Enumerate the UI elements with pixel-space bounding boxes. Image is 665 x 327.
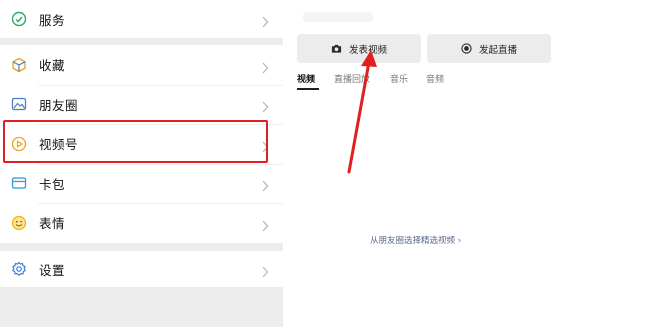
- menu-item-card-wallet[interactable]: 卡包: [0, 163, 283, 204]
- tab-video[interactable]: 视频: [297, 72, 334, 85]
- moments-photo-icon: [11, 96, 27, 112]
- menu-group-main: 收藏 朋友圈 视频号 卡包 表情: [0, 45, 283, 243]
- menu-item-label: 朋友圈: [39, 97, 79, 113]
- live-record-icon: [461, 43, 472, 54]
- tab-music[interactable]: 音乐: [390, 72, 426, 85]
- chevron-right-icon: [261, 138, 269, 153]
- card-wallet-icon: [11, 175, 27, 191]
- chevron-right-icon: [261, 177, 269, 192]
- menu-item-services[interactable]: 服务: [0, 0, 283, 38]
- menu-item-channels[interactable]: 视频号: [0, 124, 283, 164]
- menu-group-services: 服务: [0, 0, 283, 38]
- services-check-icon: [11, 11, 27, 27]
- select-from-moments-link[interactable]: 从朋友圈选择精选视频 ›: [370, 234, 461, 246]
- menu-item-label: 视频号: [39, 137, 79, 153]
- menu-item-moments[interactable]: 朋友圈: [0, 84, 283, 125]
- tab-audio[interactable]: 音频: [426, 72, 456, 85]
- menu-item-stickers[interactable]: 表情: [0, 203, 283, 243]
- blurred-profile-name: [303, 12, 373, 22]
- channels-page: 发表视频 发起直播 视频 直播回放 音乐 音频 从朋友圈选择精选视频 ›: [283, 0, 665, 327]
- menu-item-settings[interactable]: 设置: [0, 251, 283, 287]
- chevron-right-icon: [261, 98, 269, 113]
- menu-item-label: 表情: [39, 216, 66, 232]
- active-tab-indicator: [297, 88, 319, 90]
- menu-item-label: 服务: [39, 12, 66, 28]
- sticker-smile-icon: [11, 215, 27, 231]
- content-tabs: 视频 直播回放 音乐 音频: [297, 72, 456, 85]
- publish-video-label: 发表视频: [348, 44, 387, 56]
- start-live-label: 发起直播: [478, 44, 517, 56]
- tab-live-replay[interactable]: 直播回放: [334, 72, 390, 85]
- menu-item-label: 设置: [39, 262, 66, 278]
- camera-icon: [331, 43, 342, 54]
- chevron-right-icon: [261, 13, 269, 28]
- menu-group-settings: 设置: [0, 251, 283, 287]
- menu-item-label: 收藏: [39, 58, 66, 74]
- chevron-right-icon: [261, 263, 269, 278]
- settings-gear-icon: [11, 261, 27, 277]
- menu-item-favorites[interactable]: 收藏: [0, 45, 283, 85]
- favorites-cube-icon: [11, 57, 27, 73]
- chevron-right-icon: [261, 59, 269, 74]
- chevron-right-icon: [261, 217, 269, 232]
- me-menu-panel: 服务 收藏 朋友圈 视频号 卡包 表情 设置: [0, 0, 283, 327]
- menu-item-label: 卡包: [39, 176, 66, 192]
- publish-video-button[interactable]: 发表视频: [297, 34, 421, 63]
- channels-play-icon: [11, 136, 27, 152]
- start-live-button[interactable]: 发起直播: [427, 34, 551, 63]
